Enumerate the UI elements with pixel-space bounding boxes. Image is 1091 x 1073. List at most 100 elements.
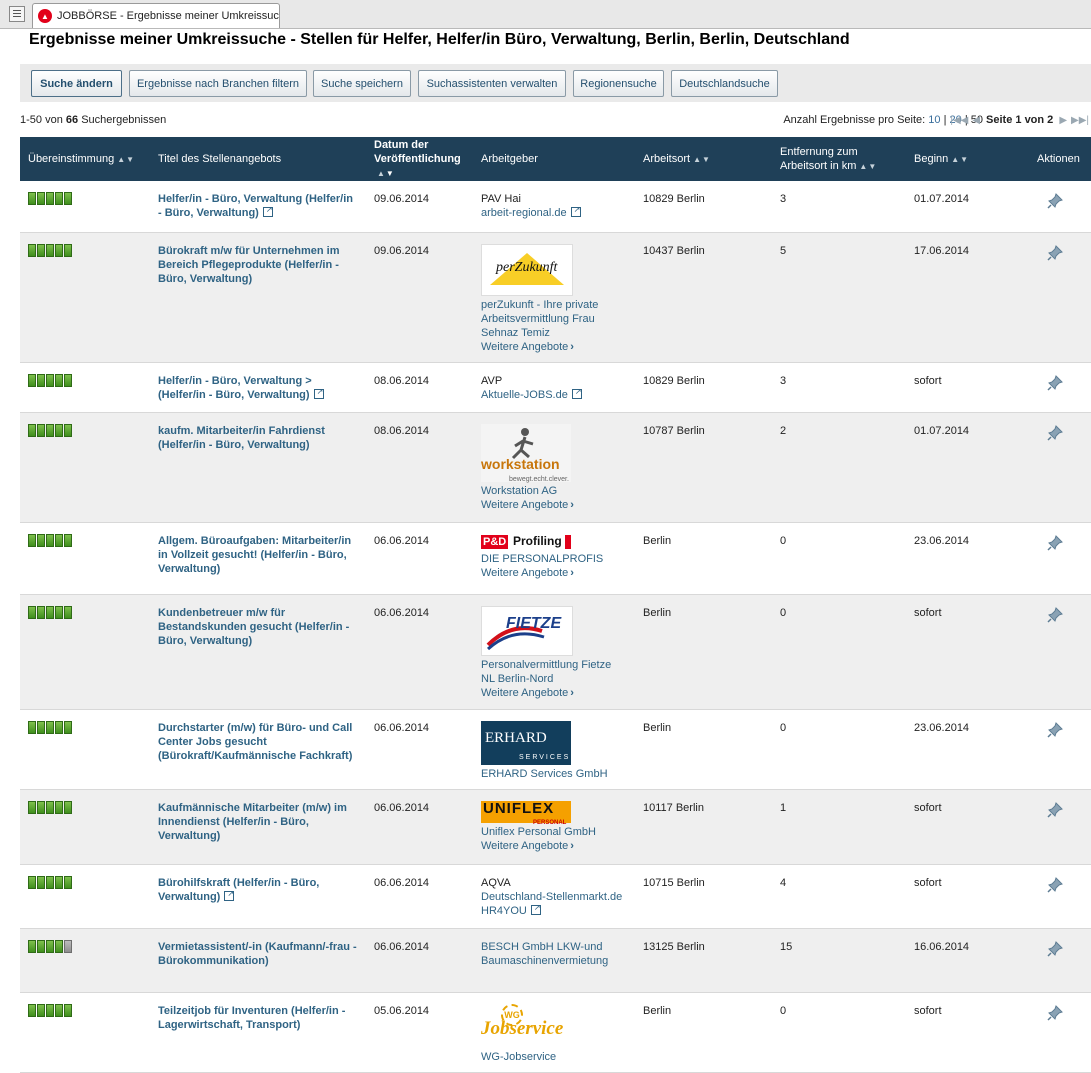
match-cell <box>20 412 150 523</box>
toolbar: Suche ändern Ergebnisse nach Branchen fi… <box>20 64 1091 102</box>
job-title-link[interactable]: Bürohilfskraft (Helfer/in - Büro, Verwal… <box>158 877 319 903</box>
pin-icon[interactable] <box>1047 1004 1063 1021</box>
match-rating <box>28 373 142 387</box>
job-title-link[interactable]: Durchstarter (m/w) für Büro- und Call Ce… <box>158 722 352 762</box>
pin-icon[interactable] <box>1047 244 1063 261</box>
save-search-button[interactable]: Suche speichern <box>313 70 411 97</box>
employer-logo[interactable]: WG Jobservice <box>481 1003 571 1048</box>
match-cell <box>20 864 150 929</box>
filter-by-industry-button[interactable]: Ergebnisse nach Branchen filtern <box>129 70 307 97</box>
match-square <box>46 192 54 205</box>
job-title-link[interactable]: Teilzeitjob für Inventuren (Helfer/in - … <box>158 1005 345 1031</box>
results-total: 66 <box>65 114 79 126</box>
employer-logo[interactable]: workstation bewegt.echt.clever. <box>481 423 571 483</box>
match-cell <box>20 232 150 363</box>
manage-search-assistants-button[interactable]: Suchassistenten verwalten <box>418 70 566 97</box>
employer-link[interactable]: arbeit-regional.de <box>481 207 567 219</box>
pin-icon[interactable] <box>1047 876 1063 893</box>
employer-cell: BESCH GmbH LKW-und Baumaschinenvermietun… <box>473 928 635 993</box>
title-cell: Kundenbetreuer m/w für Bestandskunden ge… <box>150 594 366 710</box>
table-row: Teilzeitjob für Inventuren (Helfer/in - … <box>20 992 1091 1073</box>
region-search-button[interactable]: Regionensuche <box>573 70 664 97</box>
more-offers-link[interactable]: Weitere Angebote › <box>481 566 627 580</box>
more-offers-link[interactable]: Weitere Angebote › <box>481 686 627 700</box>
table-row: Vermietassistent/-in (Kaufmann/-frau - B… <box>20 928 1091 993</box>
pin-icon[interactable] <box>1047 374 1063 391</box>
job-title-link[interactable]: Kundenbetreuer m/w für Bestandskunden ge… <box>158 607 349 647</box>
employer-link[interactable]: Personalvermittlung Fietze NL Berlin-Nor… <box>481 659 611 685</box>
match-cell <box>20 789 150 865</box>
logo-sub: PERSONAL <box>533 819 567 826</box>
employer-link[interactable]: Deutschland-Stellenmarkt.de HR4YOU <box>481 891 622 917</box>
distance-cell: 5 <box>772 232 906 363</box>
actions-cell <box>1029 992 1091 1073</box>
match-square <box>28 720 36 734</box>
employer-link[interactable]: perZukunft - Ihre private Arbeitsvermitt… <box>481 299 598 339</box>
per-page-10[interactable]: 10 <box>928 114 940 126</box>
job-title-link[interactable]: Kaufmännische Mitarbeiter (m/w) im Innen… <box>158 802 347 842</box>
more-offers-link[interactable]: Weitere Angebote › <box>481 340 627 354</box>
job-title-link[interactable]: Vermietassistent/-in (Kaufmann/-frau - B… <box>158 941 357 967</box>
match-square <box>28 243 36 257</box>
prev-page-icon[interactable]: ◀ <box>972 115 980 126</box>
external-link-icon[interactable] <box>224 887 235 901</box>
pin-icon[interactable] <box>1047 534 1063 551</box>
table-row: Kaufmännische Mitarbeiter (m/w) im Innen… <box>20 789 1091 865</box>
employer-link[interactable]: ERHARD Services GmbH <box>481 768 608 780</box>
job-title-link[interactable]: Helfer/in - Büro, Verwaltung (Helfer/in … <box>158 193 353 219</box>
column-header-match[interactable]: Übereinstimmung ▲▼ <box>20 137 150 181</box>
job-title-link[interactable]: Allgem. Büroaufgaben: Mitarbeiter/in in … <box>158 535 351 575</box>
logo-text: FIETZE <box>506 614 562 632</box>
employer-link[interactable]: Aktuelle-JOBS.de <box>481 389 568 401</box>
match-square <box>28 423 36 437</box>
job-title-link[interactable]: Bürokraft m/w für Unternehmen im Bereich… <box>158 245 340 285</box>
match-square <box>28 875 36 889</box>
external-link-icon[interactable] <box>530 901 541 915</box>
column-header-start[interactable]: Beginn ▲▼ <box>906 137 1029 181</box>
match-square <box>37 800 45 814</box>
employer-logo[interactable]: UNIFLEX PERSONAL <box>481 800 571 826</box>
match-cell <box>20 992 150 1073</box>
pin-icon[interactable] <box>1047 193 1063 209</box>
pin-icon[interactable] <box>1047 940 1063 957</box>
column-header-date[interactable]: Datum der Veröffentlichung ▲▼ <box>366 137 473 181</box>
job-title-link[interactable]: kaufm. Mitarbeiter/in Fahrdienst (Helfer… <box>158 425 325 451</box>
pin-icon[interactable] <box>1047 424 1063 441</box>
column-header-distance[interactable]: Entfernung zum Arbeitsort in km ▲▼ <box>772 137 906 181</box>
employer-link[interactable]: BESCH GmbH LKW-und Baumaschinenvermietun… <box>481 941 608 967</box>
external-link-icon[interactable] <box>262 203 273 217</box>
employer-logo[interactable]: perZukunft <box>481 243 573 296</box>
employer-link[interactable]: WG-Jobservice <box>481 1051 556 1063</box>
results-label: Suchergebnissen <box>81 114 167 126</box>
germany-search-button[interactable]: Deutschlandsuche <box>671 70 778 97</box>
match-square <box>28 800 36 814</box>
external-link-icon[interactable] <box>570 203 581 217</box>
title-cell: Teilzeitjob für Inventuren (Helfer/in - … <box>150 992 366 1073</box>
pin-icon[interactable] <box>1047 721 1063 738</box>
match-rating <box>28 243 142 257</box>
more-offers-link[interactable]: Weitere Angebote › <box>481 498 627 512</box>
employer-logo[interactable]: ERHARD SERVICES <box>481 720 571 765</box>
first-page-icon[interactable]: |◀◀ <box>950 115 968 126</box>
browser-tab[interactable]: JOBBÖRSE - Ergebnisse meiner Umkreissuch… <box>32 3 280 28</box>
last-page-icon[interactable]: ▶▶| <box>1071 115 1089 126</box>
change-search-button[interactable]: Suche ändern <box>31 70 122 97</box>
employer-cell: workstation bewegt.echt.clever. Workstati… <box>473 412 635 523</box>
column-header-location[interactable]: Arbeitsort ▲▼ <box>635 137 772 181</box>
external-link-icon[interactable] <box>313 385 324 399</box>
pin-icon[interactable] <box>1047 606 1063 623</box>
page-menu-icon[interactable] <box>9 6 25 22</box>
job-title-link[interactable]: Helfer/in - Büro, Verwaltung > (Helfer/i… <box>158 375 312 401</box>
sort-icon: ▲▼ <box>693 154 711 164</box>
column-header-title: Titel des Stellenangebots <box>150 137 366 181</box>
more-offers-link[interactable]: Weitere Angebote › <box>481 839 627 853</box>
pin-icon[interactable] <box>1047 801 1063 818</box>
employer-logo[interactable]: FIETZE <box>481 605 573 656</box>
date-cell: 06.06.2014 <box>366 789 473 865</box>
results-summary: 1-50 von 66 Suchergebnissen <box>20 114 166 126</box>
external-link-icon[interactable] <box>571 385 582 399</box>
table-header-row: Übereinstimmung ▲▼ Titel des Stellenangeb… <box>20 137 1091 181</box>
employer-logo[interactable]: P&D Profiling <box>481 534 571 550</box>
employer-link[interactable]: DIE PERSONALPROFIS <box>481 553 603 565</box>
next-page-icon[interactable]: ▶ <box>1059 115 1067 126</box>
